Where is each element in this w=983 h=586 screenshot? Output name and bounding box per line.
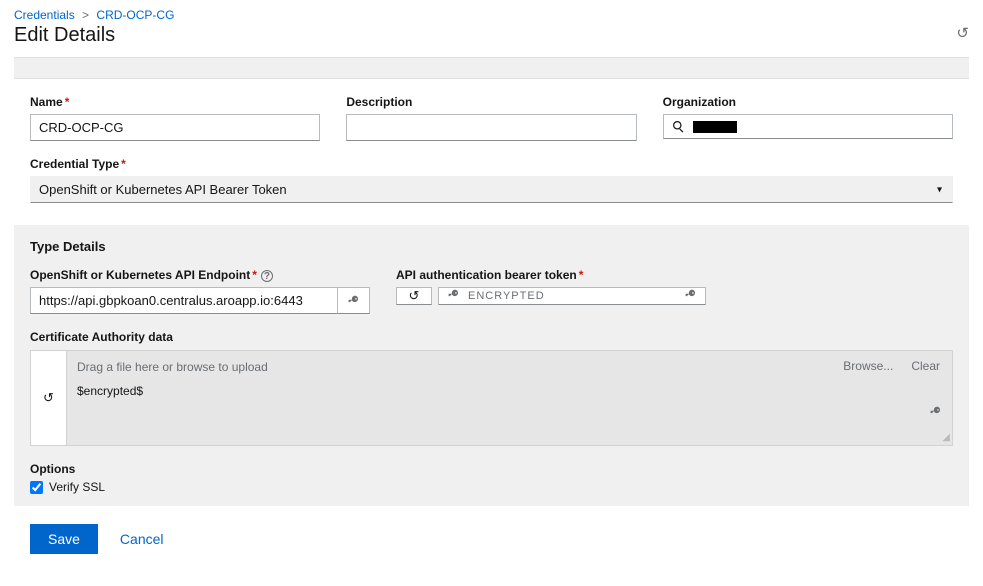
save-button[interactable]: Save: [30, 524, 98, 554]
revert-icon[interactable]: ↺: [31, 351, 67, 445]
details-form: Name* Description Organization Credentia…: [14, 79, 969, 225]
key-icon: [684, 288, 697, 304]
page-title: Edit Details: [14, 24, 115, 47]
clear-button[interactable]: Clear: [911, 359, 940, 373]
organization-value: [693, 121, 737, 133]
endpoint-input[interactable]: [30, 287, 338, 314]
ca-area: ↺ Drag a file here or browse to upload $…: [30, 350, 953, 446]
options-heading: Options: [30, 462, 953, 476]
revert-icon[interactable]: ↺: [396, 287, 432, 305]
section-gap: [14, 57, 969, 79]
key-icon[interactable]: [338, 287, 370, 314]
browse-button[interactable]: Browse...: [843, 359, 893, 373]
key-icon: [929, 405, 942, 421]
breadcrumb: Credentials > CRD-OCP-CG: [14, 8, 969, 22]
name-label: Name*: [30, 95, 320, 109]
description-label: Description: [346, 95, 636, 109]
token-status: ENCRYPTED: [468, 290, 545, 302]
resize-handle[interactable]: ◢: [942, 432, 950, 443]
ca-drag-hint: Drag a file here or browse to upload: [77, 360, 268, 374]
breadcrumb-sep: >: [82, 8, 89, 22]
chevron-down-icon: ▾: [937, 184, 942, 195]
ca-label: Certificate Authority data: [30, 330, 953, 344]
credential-type-label: Credential Type*: [30, 157, 953, 171]
ca-value: $encrypted$: [77, 384, 942, 398]
breadcrumb-current[interactable]: CRD-OCP-CG: [96, 8, 174, 22]
options-section: Options Verify SSL: [30, 462, 953, 494]
history-icon[interactable]: ↺: [956, 24, 969, 42]
organization-lookup[interactable]: [663, 114, 953, 139]
name-input[interactable]: [30, 114, 320, 141]
token-input[interactable]: ENCRYPTED: [438, 287, 706, 305]
credential-type-value: OpenShift or Kubernetes API Bearer Token: [31, 177, 952, 202]
endpoint-label: OpenShift or Kubernetes API Endpoint*?: [30, 268, 370, 282]
search-icon: [672, 120, 685, 133]
breadcrumb-root[interactable]: Credentials: [14, 8, 75, 22]
token-label: API authentication bearer token*: [396, 268, 706, 282]
verify-ssl-checkbox[interactable]: [30, 481, 43, 494]
cancel-button[interactable]: Cancel: [120, 531, 164, 547]
help-icon[interactable]: ?: [261, 270, 273, 282]
organization-label: Organization: [663, 95, 953, 109]
description-input[interactable]: [346, 114, 636, 141]
type-details-heading: Type Details: [30, 239, 953, 254]
type-details-section: Type Details OpenShift or Kubernetes API…: [14, 225, 969, 506]
credential-type-select[interactable]: OpenShift or Kubernetes API Bearer Token…: [30, 176, 953, 203]
form-footer: Save Cancel: [14, 506, 969, 572]
verify-ssl-label: Verify SSL: [49, 480, 105, 494]
key-icon: [447, 288, 460, 304]
